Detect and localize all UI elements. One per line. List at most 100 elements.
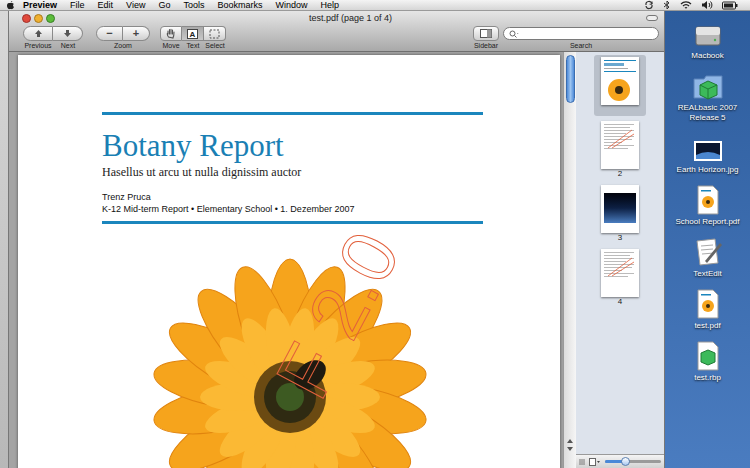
textedit-icon <box>693 237 723 267</box>
scroll-down-icon[interactable] <box>566 446 574 452</box>
zoom-button[interactable]: − <box>96 26 123 41</box>
bottom-rule <box>102 221 483 224</box>
arrow-down-icon <box>63 29 72 38</box>
tool-button[interactable] <box>160 26 182 41</box>
scroll-thumb[interactable] <box>566 55 575 103</box>
flower-image <box>140 247 440 468</box>
scroll-up-icon[interactable] <box>566 438 574 444</box>
desktop-icon[interactable]: REALbasic 2007 Release 5 <box>667 69 749 123</box>
marquee-icon <box>209 29 220 39</box>
desktop-icon-label: test.pdf <box>694 321 720 331</box>
wifi-icon[interactable] <box>680 0 692 10</box>
desktop-icon[interactable]: Macbook <box>667 17 749 61</box>
volume-icon[interactable] <box>701 0 713 10</box>
window-title: test.pdf (page 1 of 4) <box>309 12 392 24</box>
menu-item[interactable]: Window <box>275 1 307 10</box>
view-options-icon[interactable] <box>589 458 601 466</box>
search-group: Search <box>503 26 659 50</box>
desktop-icon-label: Macbook <box>691 51 723 61</box>
desktop-icon[interactable]: Earth Horizon.jpg <box>667 131 749 175</box>
thumbnail-label: 4 <box>618 297 622 307</box>
window-header: test.pdf (page 1 of 4) PreviousNext −+Zoom… <box>9 11 664 52</box>
sidebar: 2 3 4 <box>576 52 664 468</box>
top-rule <box>102 112 483 115</box>
magnifier-icon <box>509 30 519 38</box>
zoom-button[interactable]: + <box>123 26 150 41</box>
thumbnail-page[interactable] <box>601 185 639 233</box>
report-subtitle: Hasellus ut arcu ut nulla dignissim auct… <box>102 165 560 180</box>
menu-item[interactable]: View <box>126 1 145 10</box>
desktop-icon-label: REALbasic 2007 Release 5 <box>667 103 749 123</box>
tool-label: Move <box>160 41 182 50</box>
pdf-page: Botany ReportHasellus ut arcu ut nulla d… <box>18 55 560 468</box>
tool-button[interactable]: A <box>182 26 204 41</box>
menu-bar: Preview File Edit View Go Tools Bookmarks Windo… <box>0 0 750 11</box>
menu-item[interactable]: Tools <box>183 1 204 10</box>
pdf-file-icon <box>695 185 721 215</box>
desktop-icon-label: TextEdit <box>693 269 721 279</box>
document-area: Botany ReportHasellus ut arcu ut nulla d… <box>9 52 563 468</box>
arrow-up-icon <box>34 29 43 38</box>
sidebar-button[interactable] <box>473 26 499 41</box>
folder-icon <box>692 71 724 101</box>
close-button[interactable] <box>22 14 31 23</box>
navigation-group: PreviousNext <box>23 26 83 50</box>
resize-grip-icon[interactable] <box>579 458 585 466</box>
drive-icon <box>693 23 723 49</box>
thumbnail-page[interactable] <box>601 57 639 105</box>
desktop-icon[interactable]: test.pdf <box>667 287 749 331</box>
sidebar-toggle: Sidebar <box>473 26 499 50</box>
sidebar-footer <box>576 454 664 468</box>
text-tool-icon: A <box>187 29 198 39</box>
thumbnail-size-slider[interactable] <box>605 460 661 463</box>
thumbnail-label: 3 <box>618 233 622 243</box>
zoom-window-button[interactable] <box>46 14 55 23</box>
search-field[interactable] <box>503 27 659 40</box>
thumbnail-item[interactable] <box>594 55 646 116</box>
thumbnail-label: 2 <box>618 169 622 179</box>
pdf-file-icon <box>695 289 721 319</box>
menu-item[interactable]: Go <box>158 1 170 10</box>
project-file-icon <box>695 341 721 371</box>
toolbar-toggle-button[interactable] <box>646 15 658 21</box>
tool-label: Text <box>182 41 204 50</box>
sidebar-label: Sidebar <box>474 41 498 50</box>
desktop-icon[interactable]: test.rbp <box>667 339 749 383</box>
menu-item[interactable]: File <box>70 1 85 10</box>
nav-button[interactable] <box>53 26 83 41</box>
watermark: F 2.0 <box>263 221 413 409</box>
image-icon <box>693 139 723 163</box>
desktop-icon[interactable]: School Report.pdf <box>667 183 749 227</box>
screen: Preview File Edit View Go Tools Bookmarks Windo… <box>0 0 750 468</box>
watermark-thumb-icon <box>604 126 636 150</box>
menu-item[interactable]: Edit <box>98 1 114 10</box>
nav-button[interactable] <box>23 26 53 41</box>
bluetooth-icon[interactable] <box>663 0 671 10</box>
apple-icon[interactable] <box>6 0 15 10</box>
sidebar-icon <box>480 29 492 38</box>
menu-item[interactable]: Help <box>320 1 339 10</box>
sync-icon[interactable] <box>644 0 654 10</box>
battery-icon[interactable] <box>722 1 738 10</box>
nav-label: Next <box>53 41 83 50</box>
menu-item[interactable]: Bookmarks <box>217 1 262 10</box>
app-menu[interactable]: Preview <box>23 1 57 10</box>
report-title: Botany Report <box>102 128 560 164</box>
tool-button[interactable] <box>204 26 226 41</box>
nav-label: Previous <box>23 41 53 50</box>
desktop-icon-label: test.rbp <box>694 373 721 383</box>
desktop-icon[interactable]: TextEdit <box>667 235 749 279</box>
thumbnail-item[interactable]: 2 <box>594 119 646 180</box>
toolbar: PreviousNext −+Zoom A MoveTextSelect Sidebar… <box>9 25 664 51</box>
tool-label: Select <box>204 41 226 50</box>
search-label: Search <box>570 41 592 50</box>
thumbnail-page[interactable] <box>601 249 639 297</box>
minimize-button[interactable] <box>34 14 43 23</box>
scrollbar[interactable] <box>563 52 576 468</box>
zoom-group: −+Zoom <box>96 26 150 50</box>
thumbnail-item[interactable]: 3 <box>594 183 646 244</box>
background-window <box>0 11 8 468</box>
thumbnail-page[interactable] <box>601 121 639 169</box>
thumbnail-item[interactable]: 4 <box>594 247 646 308</box>
preview-window: test.pdf (page 1 of 4) PreviousNext −+Zoom… <box>8 11 665 468</box>
